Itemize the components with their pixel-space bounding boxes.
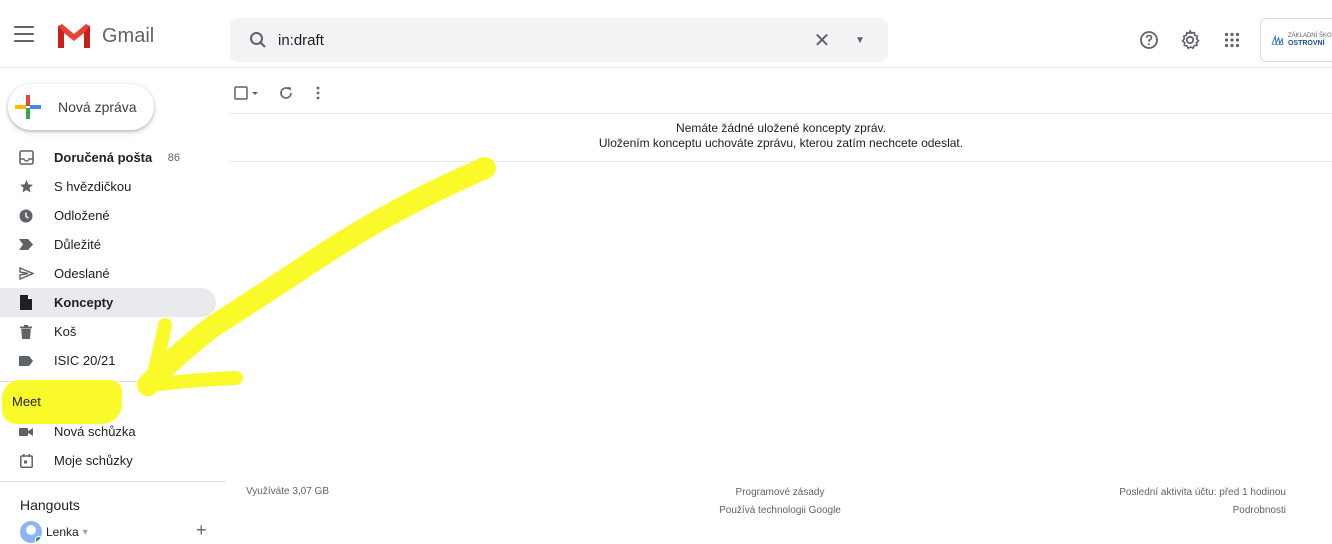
- inbox-icon: [18, 150, 34, 166]
- last-activity: Poslední aktivita účtu: před 1 hodinou: [1119, 487, 1286, 498]
- avatar: [20, 521, 42, 543]
- toolbar-divider: [230, 113, 1332, 114]
- compose-button[interactable]: Nová zpráva: [8, 84, 154, 130]
- sidebar-item-label: Odložené: [54, 208, 110, 223]
- gmail-logo[interactable]: Gmail: [56, 22, 154, 50]
- meet-new-meeting[interactable]: Nová schůzka: [0, 417, 216, 446]
- trash-icon: [18, 324, 34, 340]
- sidebar-item-label: Důležité: [54, 237, 101, 252]
- plus-icon: [15, 95, 41, 119]
- select-checkbox[interactable]: [230, 86, 266, 100]
- sidebar-item-snoozed[interactable]: Odložené: [0, 201, 216, 230]
- empty-drafts-message: Nemáte žádné uložené koncepty zpráv. Ulo…: [230, 121, 1332, 151]
- org-name-line2: OSTROVNÍ: [1287, 40, 1325, 47]
- unread-count: 86: [167, 151, 180, 164]
- sidebar-item-label: Koncepty: [54, 295, 114, 310]
- send-icon: [18, 266, 34, 282]
- important-icon: [18, 237, 34, 253]
- program-policies-link[interactable]: Programové zásady: [650, 484, 910, 502]
- new-conversation-button[interactable]: +: [196, 520, 207, 541]
- empty-message-line2: Uložením konceptu uchováte zprávu, ktero…: [598, 136, 964, 150]
- storage-usage[interactable]: Využíváte 3,07 GB: [246, 486, 329, 497]
- compose-label: Nová zpráva: [58, 99, 137, 115]
- sidebar-item-sent[interactable]: Odeslané: [0, 259, 216, 288]
- footer-right: Poslední aktivita účtu: před 1 hodinou P…: [1119, 484, 1286, 520]
- calendar-icon: [18, 453, 34, 469]
- meet-item-label: Nová schůzka: [54, 424, 136, 439]
- meet-section-title: Meet: [12, 394, 41, 409]
- search-icon[interactable]: [238, 31, 278, 49]
- apps-grid-icon[interactable]: [1220, 28, 1244, 52]
- help-icon[interactable]: [1137, 28, 1161, 52]
- sidebar-item-inbox[interactable]: Doručená pošta 86: [0, 143, 216, 172]
- hangouts-user-name: Lenka: [46, 525, 79, 539]
- org-name-line1: ZÁKLADNÍ ŠKOLA: [1287, 33, 1332, 39]
- details-link[interactable]: Podrobnosti: [1119, 502, 1286, 520]
- footer-center: Programové zásady Používá technologii Go…: [650, 484, 910, 520]
- content-divider: [230, 161, 1332, 162]
- label-icon: [18, 353, 34, 369]
- gmail-m-icon: [58, 24, 90, 48]
- app-header: Gmail ✕ ▼ ZÁKLADNÍ ŠKOLA OSTROVNÍ: [0, 0, 1332, 68]
- meet-list: Nová schůzka Moje schůzky: [0, 417, 216, 475]
- meet-item-label: Moje schůzky: [54, 453, 133, 468]
- search-bar: ✕ ▼: [230, 18, 888, 62]
- sidebar-item-label: ISIC 20/21: [54, 353, 116, 368]
- sidebar-divider: [0, 481, 226, 482]
- video-icon: [18, 424, 34, 440]
- sidebar-item-isic[interactable]: ISIC 20/21: [0, 346, 216, 375]
- sidebar-item-label: Doručená pošta: [54, 150, 153, 165]
- sidebar-item-label: Koš: [54, 324, 77, 339]
- draft-icon: [18, 295, 34, 311]
- app-name: Gmail: [102, 24, 155, 47]
- powered-by-google: Používá technologii Google: [719, 505, 841, 516]
- search-options-icon[interactable]: ▼: [848, 35, 872, 46]
- hangouts-user-switcher[interactable]: Lenka ▾: [20, 521, 88, 543]
- sidebar-nav: Doručená pošta 86 S hvězdičkou Odložené …: [0, 143, 216, 375]
- search-input[interactable]: [278, 31, 810, 49]
- account-switcher[interactable]: ZÁKLADNÍ ŠKOLA OSTROVNÍ: [1260, 18, 1332, 62]
- settings-gear-icon[interactable]: [1178, 28, 1202, 52]
- clear-search-icon[interactable]: ✕: [810, 28, 834, 53]
- online-status-icon: [35, 536, 42, 543]
- sidebar-item-trash[interactable]: Koš: [0, 317, 216, 346]
- chevron-down-icon: ▾: [82, 526, 88, 538]
- empty-message-line1: Nemáte žádné uložené koncepty zpráv.: [676, 121, 886, 135]
- sidebar-item-label: S hvězdičkou: [54, 179, 132, 194]
- sidebar-item-drafts[interactable]: Koncepty: [0, 288, 216, 317]
- more-options-icon[interactable]: [306, 86, 330, 100]
- sidebar-item-important[interactable]: Důležité: [0, 230, 216, 259]
- refresh-icon[interactable]: [266, 86, 306, 100]
- star-icon: [18, 179, 34, 195]
- sidebar-item-starred[interactable]: S hvězdičkou: [0, 172, 216, 201]
- sidebar-item-label: Odeslané: [54, 266, 110, 281]
- clock-icon: [18, 208, 34, 224]
- meet-my-meetings[interactable]: Moje schůzky: [0, 446, 216, 475]
- school-logo-icon: [1271, 34, 1284, 45]
- main-menu-button[interactable]: [14, 26, 34, 42]
- hangouts-section-title: Hangouts: [20, 497, 80, 513]
- message-toolbar: [230, 78, 330, 108]
